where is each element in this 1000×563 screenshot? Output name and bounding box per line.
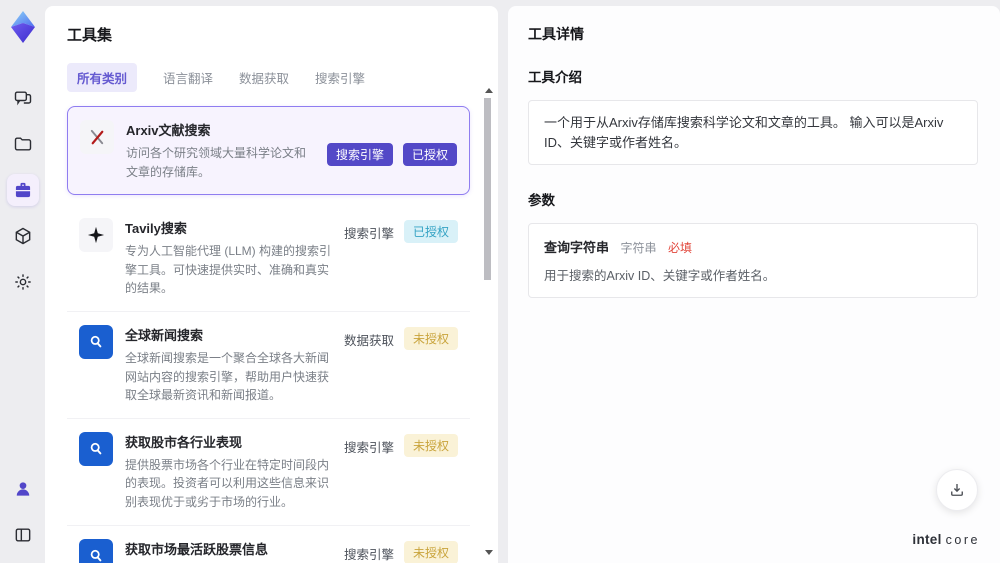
parameter-required-flag: 必填 bbox=[667, 241, 692, 255]
sidebar-item-tools[interactable] bbox=[6, 174, 39, 206]
tool-category-label: 搜索引擎 bbox=[343, 227, 394, 242]
tool-card-most-active-stocks[interactable]: 获取市场最活跃股票信息 提供当天交易量最高的股票列表。投资者可以利用这些信息来识… bbox=[67, 525, 470, 563]
app-window: 工具集 所有类别 语言翻译 数据获取 搜索引擎 Arxiv文献搜索 访问各个研究… bbox=[0, 0, 1000, 563]
user-icon bbox=[16, 482, 29, 496]
auth-status-badge: 未授权 bbox=[403, 326, 458, 350]
gear-icon bbox=[14, 274, 31, 290]
intel-core-logo: intel core bbox=[912, 532, 980, 547]
tool-card-tavily[interactable]: Tavily搜索 专为人工智能代理 (LLM) 构建的搜索引擎工具。可快速提供实… bbox=[67, 205, 470, 312]
tool-name: 获取市场最活跃股票信息 bbox=[125, 541, 269, 557]
tool-card-sector-performance[interactable]: 获取股市各行业表现 提供股票市场各个行业在特定时间段内的表现。投资者可以利用这些… bbox=[67, 418, 470, 526]
chat-icon bbox=[14, 91, 31, 106]
tool-description: 全球新闻搜索是一个聚合全球各大新闻网站内容的搜索引擎，帮助用户快速获取全球最新资… bbox=[125, 350, 330, 403]
tool-card-arxiv[interactable]: Arxiv文献搜索 访问各个研究领域大量科学论文和文章的存储库。 搜索引擎 已授… bbox=[67, 106, 470, 196]
scrollbar-thumb[interactable] bbox=[484, 98, 491, 280]
tool-badges: 数据获取 未授权 bbox=[344, 325, 458, 405]
sidebar-item-account[interactable] bbox=[7, 473, 39, 505]
tool-description: 访问各个研究领域大量科学论文和文章的存储库。 bbox=[126, 146, 307, 179]
tool-name: 获取股市各行业表现 bbox=[125, 434, 243, 450]
tab-data-acquisition[interactable]: 数据获取 bbox=[239, 63, 289, 92]
parameter-box: 查询字符串 字符串 必填 用于搜索的Arxiv ID、关键字或作者姓名。 bbox=[528, 223, 978, 298]
tab-all-categories[interactable]: 所有类别 bbox=[67, 63, 138, 92]
core-wordmark: core bbox=[945, 533, 980, 547]
scroll-down-icon[interactable] bbox=[485, 550, 493, 555]
sparkle-icon bbox=[79, 218, 113, 253]
panel-toggle-icon bbox=[15, 528, 30, 542]
tab-language-translation[interactable]: 语言翻译 bbox=[163, 63, 213, 92]
sidebar-item-settings[interactable] bbox=[7, 266, 39, 298]
news-search-icon bbox=[79, 324, 113, 359]
intro-section-title: 工具介绍 bbox=[528, 70, 582, 85]
app-logo bbox=[10, 11, 35, 43]
sidebar-item-collapse[interactable] bbox=[7, 519, 39, 551]
tool-category-label: 搜索引擎 bbox=[343, 440, 394, 455]
parameter-type: 字符串 bbox=[620, 241, 657, 255]
tool-card-text: 获取市场最活跃股票信息 提供当天交易量最高的股票列表。投资者可以利用这些信息来识… bbox=[125, 539, 332, 563]
tool-list-panel: 工具集 所有类别 语言翻译 数据获取 搜索引擎 Arxiv文献搜索 访问各个研究… bbox=[45, 6, 498, 563]
tool-badges: 搜索引擎 已授权 bbox=[344, 218, 458, 298]
tool-description: 提供股票市场各个行业在特定时间段内的表现。投资者可以利用这些信息来识别表现优于或… bbox=[125, 457, 330, 509]
tool-card-text: 全球新闻搜索 全球新闻搜索是一个聚合全球各大新闻网站内容的搜索引擎，帮助用户快速… bbox=[125, 325, 332, 405]
download-icon bbox=[951, 484, 963, 496]
sidebar-item-files[interactable] bbox=[7, 128, 39, 160]
sidebar-item-packages[interactable] bbox=[7, 220, 39, 252]
tool-badges: 搜索引擎 未授权 bbox=[344, 539, 458, 563]
tool-intro-box: 一个用于从Arxiv存储库搜索科学论文和文章的工具。 输入可以是Arxiv ID… bbox=[528, 100, 978, 165]
parameter-description: 用于搜索的Arxiv ID、关键字或作者姓名。 bbox=[544, 269, 776, 283]
tool-badges: 搜索引擎 已授权 bbox=[326, 120, 457, 181]
auth-status-badge: 未授权 bbox=[403, 540, 458, 563]
tool-card-text: Arxiv文献搜索 访问各个研究领域大量科学论文和文章的存储库。 bbox=[126, 120, 315, 181]
toolbox-icon bbox=[15, 182, 30, 198]
tool-name: Tavily搜索 bbox=[125, 221, 187, 237]
tool-list: Arxiv文献搜索 访问各个研究领域大量科学论文和文章的存储库。 搜索引擎 已授… bbox=[67, 106, 474, 563]
auth-status-badge: 已授权 bbox=[402, 143, 457, 167]
intel-wordmark: intel bbox=[912, 532, 942, 547]
download-button[interactable] bbox=[936, 469, 978, 511]
tool-name: Arxiv文献搜索 bbox=[126, 123, 211, 138]
tool-card-global-news[interactable]: 全球新闻搜索 全球新闻搜索是一个聚合全球各大新闻网站内容的搜索引擎，帮助用户快速… bbox=[67, 311, 470, 419]
auth-status-badge: 未授权 bbox=[403, 433, 458, 457]
tool-category-label: 搜索引擎 bbox=[343, 547, 394, 562]
tool-description: 专为人工智能代理 (LLM) 构建的搜索引擎工具。可快速提供实时、准确和真实的结… bbox=[125, 244, 332, 296]
tool-badges: 搜索引擎 未授权 bbox=[344, 432, 458, 512]
parameter-header: 查询字符串 字符串 必填 bbox=[544, 237, 962, 257]
tool-name: 全球新闻搜索 bbox=[125, 327, 204, 343]
tab-search-engine[interactable]: 搜索引擎 bbox=[315, 63, 365, 92]
list-scrollbar[interactable] bbox=[483, 82, 493, 559]
tool-category-badge: 搜索引擎 bbox=[326, 143, 393, 167]
params-section-title: 参数 bbox=[528, 193, 555, 208]
tool-category-label: 数据获取 bbox=[343, 333, 394, 348]
arxiv-icon bbox=[80, 120, 114, 154]
category-tabs: 所有类别 语言翻译 数据获取 搜索引擎 bbox=[67, 63, 474, 92]
news-search-icon bbox=[79, 538, 113, 563]
page-title: 工具集 bbox=[67, 27, 113, 44]
tool-details-panel: 工具详情 工具介绍 一个用于从Arxiv存储库搜索科学论文和文章的工具。 输入可… bbox=[508, 6, 1000, 563]
scroll-up-icon[interactable] bbox=[485, 88, 493, 93]
details-title: 工具详情 bbox=[528, 26, 584, 42]
parameter-name: 查询字符串 bbox=[544, 240, 610, 255]
sidebar bbox=[0, 0, 45, 563]
tool-card-text: Tavily搜索 专为人工智能代理 (LLM) 构建的搜索引擎工具。可快速提供实… bbox=[125, 218, 332, 298]
content-area: 工具集 所有类别 语言翻译 数据获取 搜索引擎 Arxiv文献搜索 访问各个研究… bbox=[45, 0, 1000, 563]
cube-icon bbox=[15, 227, 30, 245]
tool-card-text: 获取股市各行业表现 提供股票市场各个行业在特定时间段内的表现。投资者可以利用这些… bbox=[125, 432, 332, 512]
news-search-icon bbox=[79, 431, 113, 466]
sidebar-item-chat[interactable] bbox=[7, 82, 39, 114]
folder-icon bbox=[14, 137, 31, 151]
auth-status-badge: 已授权 bbox=[403, 220, 458, 244]
